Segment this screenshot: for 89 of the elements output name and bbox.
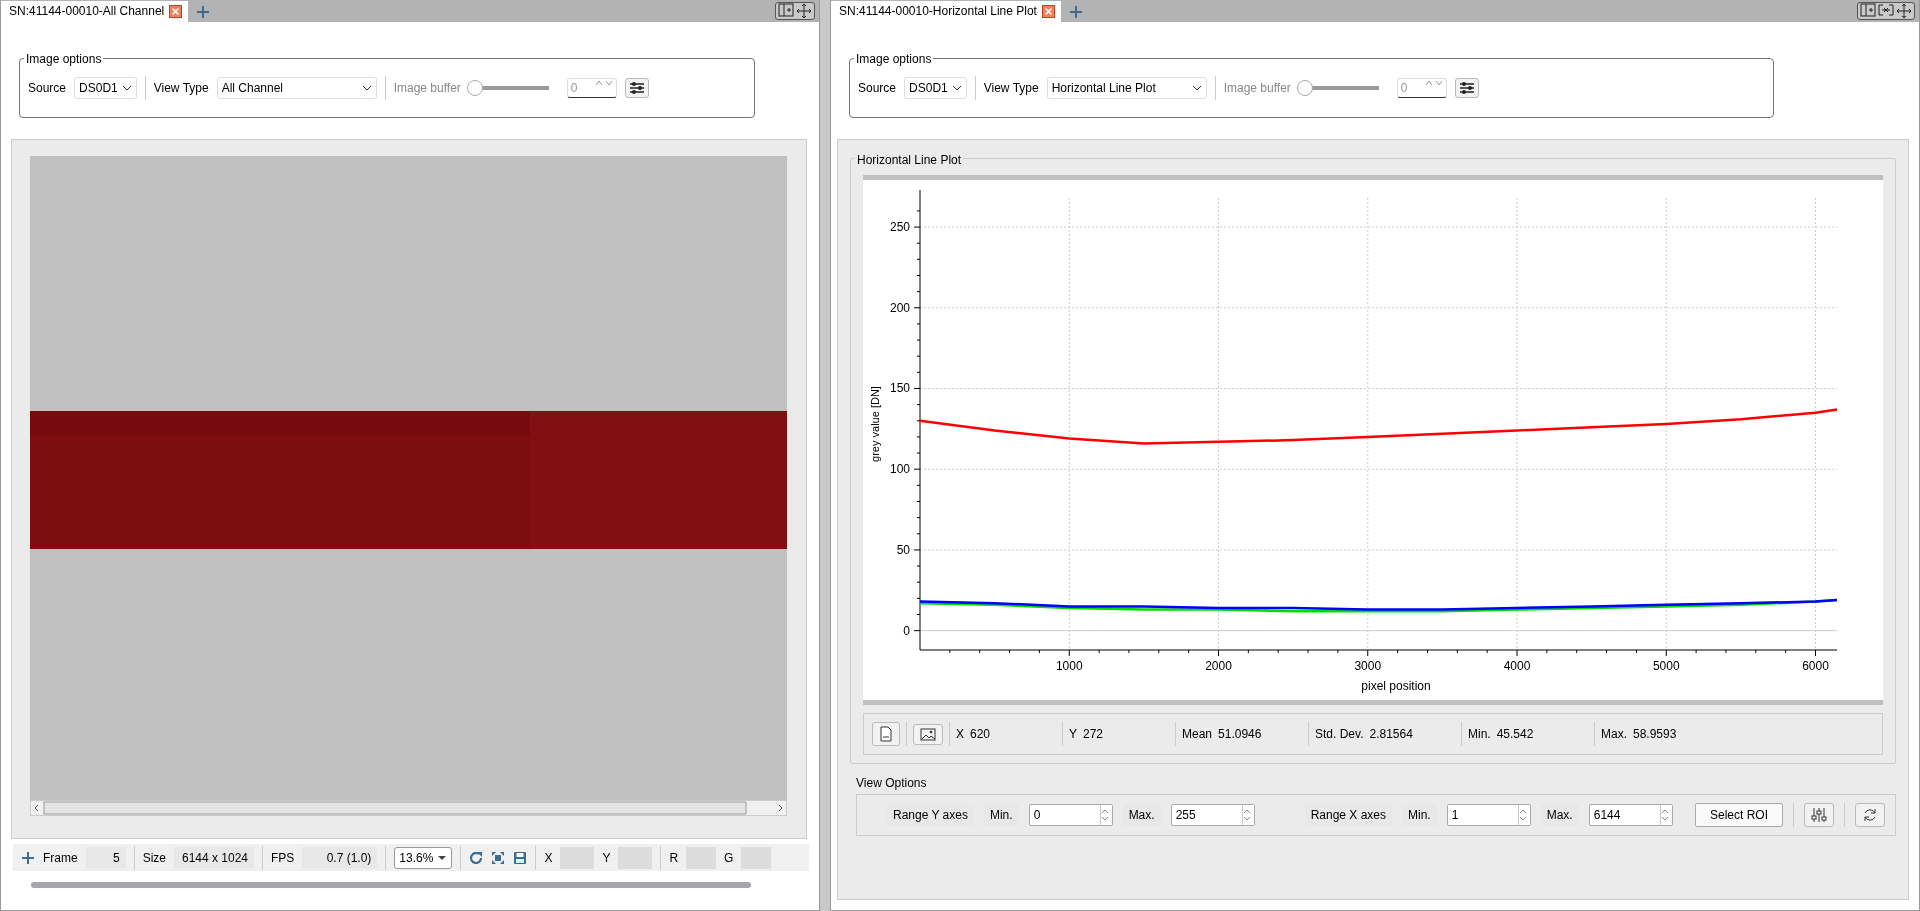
collapse-icon[interactable] <box>1878 3 1894 17</box>
x-tick-label: 5000 <box>1652 659 1680 673</box>
tab[interactable]: SN:41144-00010-All Channel <box>1 1 189 22</box>
settings-button[interactable] <box>1454 78 1479 98</box>
chevron-down-icon <box>361 84 372 92</box>
save-image-button[interactable] <box>913 723 943 745</box>
tab[interactable]: SN:41144-00010-Horizontal Line Plot <box>831 1 1061 22</box>
x-tick-label: 6000 <box>1802 659 1829 673</box>
spin-arrows-icon <box>594 79 613 86</box>
y-tick-label: 50 <box>896 542 910 557</box>
split-view-icon[interactable] <box>1860 3 1876 17</box>
horizontal-scrollbar[interactable] <box>30 800 787 816</box>
y-label: Y <box>602 849 611 867</box>
split-view-icon[interactable] <box>778 3 794 17</box>
caret-icon <box>437 854 448 861</box>
stat-value: 2.81564 <box>1369 726 1413 743</box>
csv-file-icon <box>879 726 893 742</box>
image-buffer-label: Image buffer <box>393 80 461 97</box>
y-tick-label: 150 <box>889 381 910 396</box>
refresh-icon[interactable] <box>469 850 484 865</box>
source-dropdown[interactable]: DS0D1 <box>74 77 137 99</box>
size-label: Size <box>142 849 166 867</box>
x-label: X <box>544 849 553 867</box>
x-tick-label: 1000 <box>1055 659 1083 673</box>
fps-label: FPS <box>271 849 295 867</box>
horizontal-scrollbar[interactable] <box>31 881 751 889</box>
fps-value: 0.7 (1.0) <box>302 846 378 869</box>
stat-label: Std. Dev. <box>1315 726 1364 743</box>
spin-arrows-icon <box>1100 809 1109 821</box>
image-buffer-label: Image buffer <box>1223 80 1291 97</box>
view-type-dropdown[interactable]: Horizontal Line Plot <box>1046 77 1207 99</box>
stat-value: 272 <box>1083 726 1104 743</box>
plus-icon[interactable] <box>21 850 35 865</box>
view-type-label: View Type <box>153 80 209 97</box>
x-tick-label: 4000 <box>1503 659 1531 673</box>
plus-icon[interactable] <box>196 5 211 19</box>
source-label: Source <box>858 80 897 97</box>
image-icon <box>920 727 936 741</box>
view-type-dropdown[interactable]: All Channel <box>216 77 377 99</box>
reset-button[interactable] <box>1855 803 1885 827</box>
refresh-icon <box>1862 807 1878 823</box>
chevron-down-icon <box>951 84 962 92</box>
save-icon[interactable] <box>513 850 528 865</box>
select-roi-button[interactable]: Select ROI <box>1694 803 1783 827</box>
stat-value: 620 <box>970 726 991 743</box>
x-axis-title: pixel position <box>1361 679 1431 693</box>
stat-label: Min. <box>1468 726 1491 743</box>
frame-value: 5 <box>85 846 126 869</box>
close-icon[interactable] <box>169 4 183 18</box>
spin-arrows-icon <box>1660 809 1669 821</box>
y-tick-label: 250 <box>889 220 910 235</box>
zoom-dropdown[interactable]: 13.6% <box>394 846 453 869</box>
y-tick-label: 200 <box>889 300 910 315</box>
view-options-title: View Options <box>856 775 927 792</box>
spin-arrows-icon <box>1242 809 1251 821</box>
x-tick-label: 3000 <box>1354 659 1382 673</box>
y-tick-label: 100 <box>889 462 910 477</box>
stat-label: Max. <box>1601 726 1627 743</box>
frame-label: Frame <box>43 849 78 867</box>
view-type-label: View Type <box>983 80 1039 97</box>
source-label: Source <box>28 80 67 97</box>
y-axis-title: grey value [DN] <box>869 386 881 462</box>
chevron-down-icon <box>1191 84 1202 92</box>
size-value: 6144 x 1024 <box>174 846 254 869</box>
settings-button[interactable] <box>624 78 649 98</box>
x-tick-label: 2000 <box>1205 659 1232 673</box>
sliders-icon <box>1458 81 1475 95</box>
y-tick-label: 0 <box>903 623 910 638</box>
chevron-down-icon <box>121 84 132 92</box>
stat-label: Mean <box>1182 726 1213 743</box>
g-label: G <box>724 849 734 867</box>
close-icon[interactable] <box>1041 4 1055 18</box>
export-button[interactable] <box>872 722 900 746</box>
move-icon[interactable] <box>796 3 812 19</box>
stat-value: 58.9593 <box>1633 726 1677 743</box>
stat-label: Y <box>1069 726 1077 743</box>
fit-screen-icon[interactable] <box>491 850 506 865</box>
spin-arrows-icon <box>1424 79 1443 86</box>
sliders-icon <box>628 81 645 95</box>
r-label: R <box>669 849 679 867</box>
plus-icon[interactable] <box>1068 5 1083 19</box>
stat-value: 51.0946 <box>1218 726 1262 743</box>
spin-arrows-icon <box>1518 809 1527 821</box>
stat-value: 45.542 <box>1496 726 1534 743</box>
source-dropdown[interactable]: DS0D1 <box>904 77 967 99</box>
stat-label: X <box>956 726 964 743</box>
adjust-button[interactable] <box>1804 803 1834 827</box>
move-icon[interactable] <box>1896 3 1912 19</box>
equalizer-icon <box>1811 807 1827 823</box>
